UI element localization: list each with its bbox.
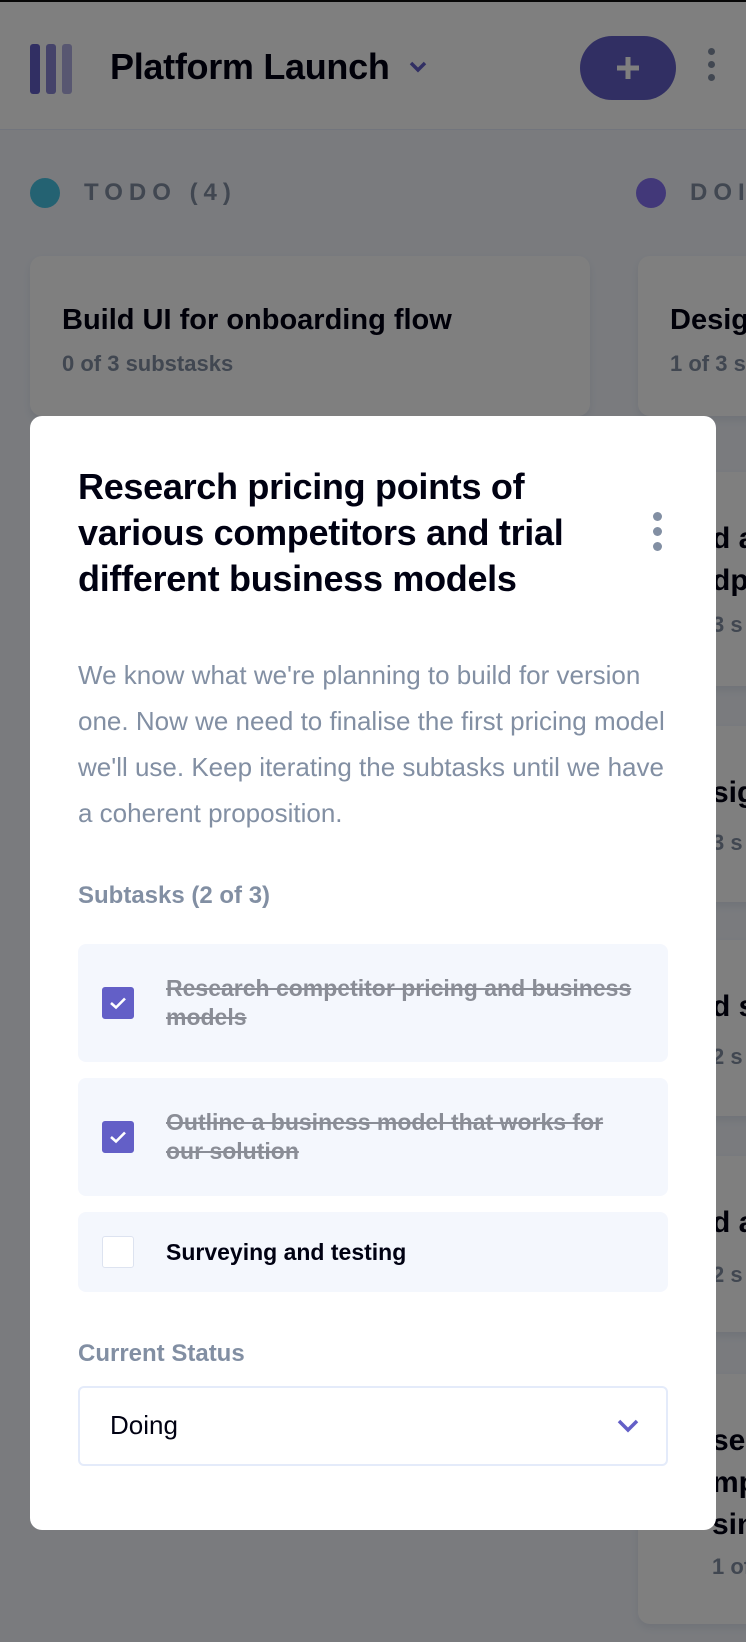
subtask-checkbox[interactable]	[102, 1121, 134, 1153]
status-dropdown[interactable]: Doing	[78, 1386, 668, 1466]
subtask-item[interactable]: Research competitor pricing and business…	[78, 944, 668, 1062]
subtask-checkbox[interactable]	[102, 987, 134, 1019]
task-menu-icon[interactable]	[650, 512, 664, 556]
subtask-item[interactable]: Outline a business model that works for …	[78, 1078, 668, 1196]
subtask-item[interactable]: Surveying and testing	[78, 1212, 668, 1292]
task-description: We know what we're planning to build for…	[78, 660, 665, 828]
subtasks-label: Subtasks (2 of 3)	[78, 882, 271, 909]
check-icon	[110, 1131, 126, 1144]
check-icon	[110, 997, 126, 1010]
chevron-down-icon	[617, 1419, 639, 1433]
subtask-checkbox[interactable]	[102, 1236, 134, 1268]
subtask-label: Outline a business model that works for …	[166, 1109, 604, 1164]
status-value: Doing	[110, 1410, 178, 1440]
task-title: Research pricing points of various compe…	[78, 466, 564, 599]
status-label: Current Status	[78, 1340, 245, 1367]
task-detail-modal: Research pricing points of various compe…	[30, 416, 716, 1530]
subtask-label: Surveying and testing	[166, 1238, 407, 1265]
subtask-label: Research competitor pricing and business…	[166, 975, 632, 1030]
